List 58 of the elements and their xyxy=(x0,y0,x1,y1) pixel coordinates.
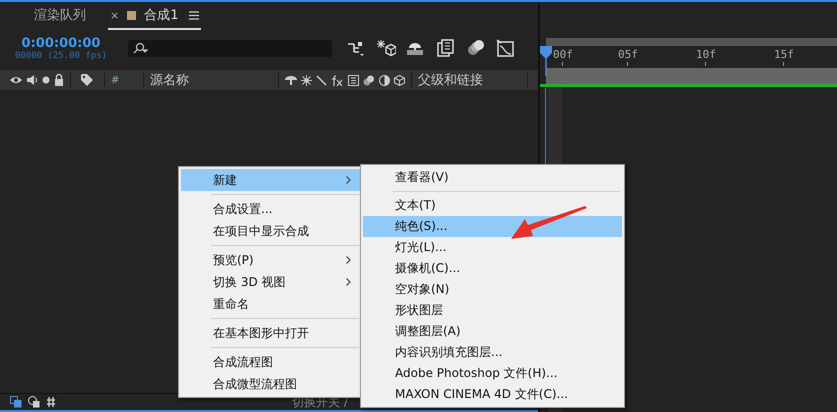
menu-item[interactable]: 调整图层(A) xyxy=(363,321,622,342)
menu-item[interactable]: 文本(T) xyxy=(363,195,622,216)
tab-label: 合成1 xyxy=(144,7,178,24)
timecode[interactable]: 0:00:00:00 xyxy=(22,36,100,50)
slash-icon xyxy=(316,74,327,86)
sun-icon xyxy=(301,74,312,86)
search-icon xyxy=(132,42,148,54)
menu-item[interactable]: 灯光(L)... xyxy=(363,237,622,258)
graph-editor-icon[interactable] xyxy=(496,39,516,57)
chevron-right-icon xyxy=(346,278,351,286)
menu-item[interactable]: 合成微型流程图 xyxy=(181,373,361,395)
column-label: # xyxy=(111,74,120,86)
menu-item[interactable]: Adobe Photoshop 文件(H)... xyxy=(363,363,622,384)
menu-item[interactable]: 查看器(V) xyxy=(363,167,622,188)
half-circle-icon xyxy=(379,74,390,86)
menu-item[interactable]: 合成流程图 xyxy=(181,351,361,373)
close-button[interactable]: × xyxy=(110,8,120,22)
dot-icon xyxy=(42,76,50,84)
menu-item[interactable]: 形状图层 xyxy=(363,300,622,321)
menu-item[interactable]: 新建 xyxy=(181,169,361,191)
menu-item[interactable]: 纯色(S)... xyxy=(363,216,622,237)
panel-tab[interactable]: 渲染队列 xyxy=(32,6,88,30)
frame-count: 00000 (25.00 fps) xyxy=(14,50,108,60)
menu-item[interactable]: 在项目中显示合成 xyxy=(181,220,361,242)
cube-icon xyxy=(394,74,405,86)
menu-item[interactable]: 内容识别填充图层... xyxy=(363,342,622,363)
chevron-right-icon xyxy=(346,256,351,264)
speaker-icon xyxy=(26,74,38,86)
playhead-icon[interactable] xyxy=(540,46,552,76)
menu-item[interactable]: 切换 3D 视图 xyxy=(181,271,361,293)
layers-icon[interactable] xyxy=(28,396,40,408)
menu-item[interactable]: 摄像机(C)... xyxy=(363,258,622,279)
eye-icon xyxy=(10,75,22,85)
ruler-label: 05f xyxy=(618,48,638,62)
menu-icon[interactable] xyxy=(188,10,198,20)
menu-item[interactable]: MAXON CINEMA 4D 文件(C)... xyxy=(363,384,622,405)
menu-item[interactable]: 合成设置... xyxy=(181,198,361,220)
menu-item[interactable]: 预览(P) xyxy=(181,249,361,271)
menu-item[interactable]: 重命名 xyxy=(181,293,361,315)
fx-icon xyxy=(331,74,344,86)
column-label: 源名称 xyxy=(150,72,190,89)
ruler-label: 15f xyxy=(774,48,794,62)
column-label: 父级和链接 xyxy=(418,72,484,89)
film-icon xyxy=(348,74,359,86)
cube-icon[interactable] xyxy=(376,39,396,57)
ruler-label: 10f xyxy=(696,48,716,62)
panel-tab[interactable]: × 合成1 xyxy=(108,6,200,30)
comp-icon[interactable] xyxy=(10,396,22,408)
menu-item[interactable]: 在基本图形中打开 xyxy=(181,322,361,344)
search-field[interactable] xyxy=(128,40,332,56)
menu-item[interactable]: 空对象(N) xyxy=(363,279,622,300)
color-swatch xyxy=(127,10,136,20)
ruler-label: 00f xyxy=(553,48,573,62)
tag-icon xyxy=(81,74,94,86)
chevron-right-icon xyxy=(346,176,351,184)
hierarchy-icon[interactable] xyxy=(346,39,366,57)
lock-icon xyxy=(54,74,64,86)
film-frames-icon[interactable] xyxy=(436,39,456,57)
